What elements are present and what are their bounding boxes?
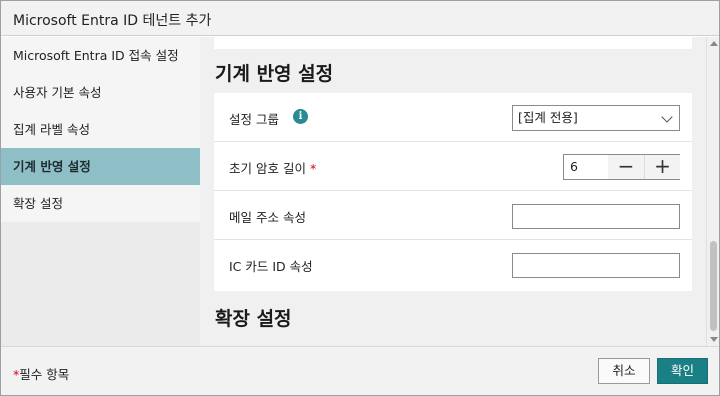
main-content: 기계 반영 설정 설정 그룹 i [집계 전용] 초기 암호 길이 * 6 − + [200, 37, 706, 346]
dialog-title: Microsoft Entra ID 테넌트 추가 [13, 13, 212, 29]
required-star: * [309, 161, 317, 176]
mail-attribute-row: 메일 주소 속성 [214, 191, 692, 240]
password-length-label-wrap: 초기 암호 길이 * [229, 158, 316, 177]
vertical-scrollbar[interactable] [706, 37, 719, 346]
password-length-row: 초기 암호 길이 * 6 − + [214, 142, 692, 191]
sidebar-item-label: Microsoft Entra ID 접속 설정 [13, 48, 179, 63]
dialog-footer: *필수 항목 취소 확인 [1, 346, 719, 395]
add-tenant-dialog: Microsoft Entra ID 테넌트 추가 Microsoft Entr… [0, 0, 720, 396]
increment-button[interactable]: + [644, 155, 680, 179]
sidebar-item-label: 기계 반영 설정 [13, 159, 91, 174]
scroll-up-icon[interactable] [710, 41, 718, 46]
mail-attribute-input[interactable] [512, 204, 680, 229]
group-select[interactable]: [집계 전용] [512, 105, 680, 131]
group-row: 설정 그룹 i [집계 전용] [214, 93, 692, 142]
decrement-button[interactable]: − [608, 155, 644, 179]
sidebar-item-label: 확장 설정 [13, 196, 63, 211]
cancel-button[interactable]: 취소 [598, 358, 650, 384]
mail-attribute-label: 메일 주소 속성 [229, 210, 306, 225]
required-note-text: 필수 항목 [19, 367, 70, 382]
next-section-title: 확장 설정 [215, 308, 292, 330]
dialog-titlebar: Microsoft Entra ID 테넌트 추가 [1, 1, 719, 36]
sidebar-item-device-settings[interactable]: 기계 반영 설정 [1, 148, 200, 185]
section-title: 기계 반영 설정 [215, 63, 334, 85]
info-icon[interactable]: i [293, 109, 308, 124]
ic-card-attribute-row: IC 카드 ID 속성 [214, 240, 692, 289]
password-length-stepper: 6 − + [563, 154, 680, 180]
sidebar-item-aggregate-label-attributes[interactable]: 집계 라벨 속성 [1, 111, 200, 148]
required-note: *필수 항목 [13, 364, 69, 383]
password-length-label: 초기 암호 길이 [229, 161, 306, 176]
sidebar-item-label: 집계 라벨 속성 [13, 122, 90, 137]
sidebar-item-entra-connection[interactable]: Microsoft Entra ID 접속 설정 [1, 37, 200, 74]
ok-button[interactable]: 확인 [657, 358, 708, 384]
ic-card-attribute-label: IC 카드 ID 속성 [229, 259, 313, 274]
sidebar: Microsoft Entra ID 접속 설정 사용자 기본 속성 집계 라벨… [1, 37, 200, 346]
group-select-value: [집계 전용] [518, 110, 578, 125]
chevron-down-icon [661, 111, 673, 123]
sidebar-item-label: 사용자 기본 속성 [13, 85, 102, 100]
scroll-thumb[interactable] [710, 241, 717, 331]
sidebar-item-extension-settings[interactable]: 확장 설정 [1, 185, 200, 222]
ic-card-attribute-input[interactable] [512, 253, 680, 278]
scroll-down-icon[interactable] [710, 337, 718, 342]
password-length-input[interactable]: 6 [564, 155, 608, 179]
sidebar-item-user-basic-attributes[interactable]: 사용자 기본 속성 [1, 74, 200, 111]
previous-section-card [214, 37, 692, 49]
group-label: 설정 그룹 [229, 112, 279, 127]
sidebar-list: Microsoft Entra ID 접속 설정 사용자 기본 속성 집계 라벨… [1, 37, 200, 222]
settings-card: 설정 그룹 i [집계 전용] 초기 암호 길이* 6 − + 메일 주소 속 [214, 93, 692, 291]
